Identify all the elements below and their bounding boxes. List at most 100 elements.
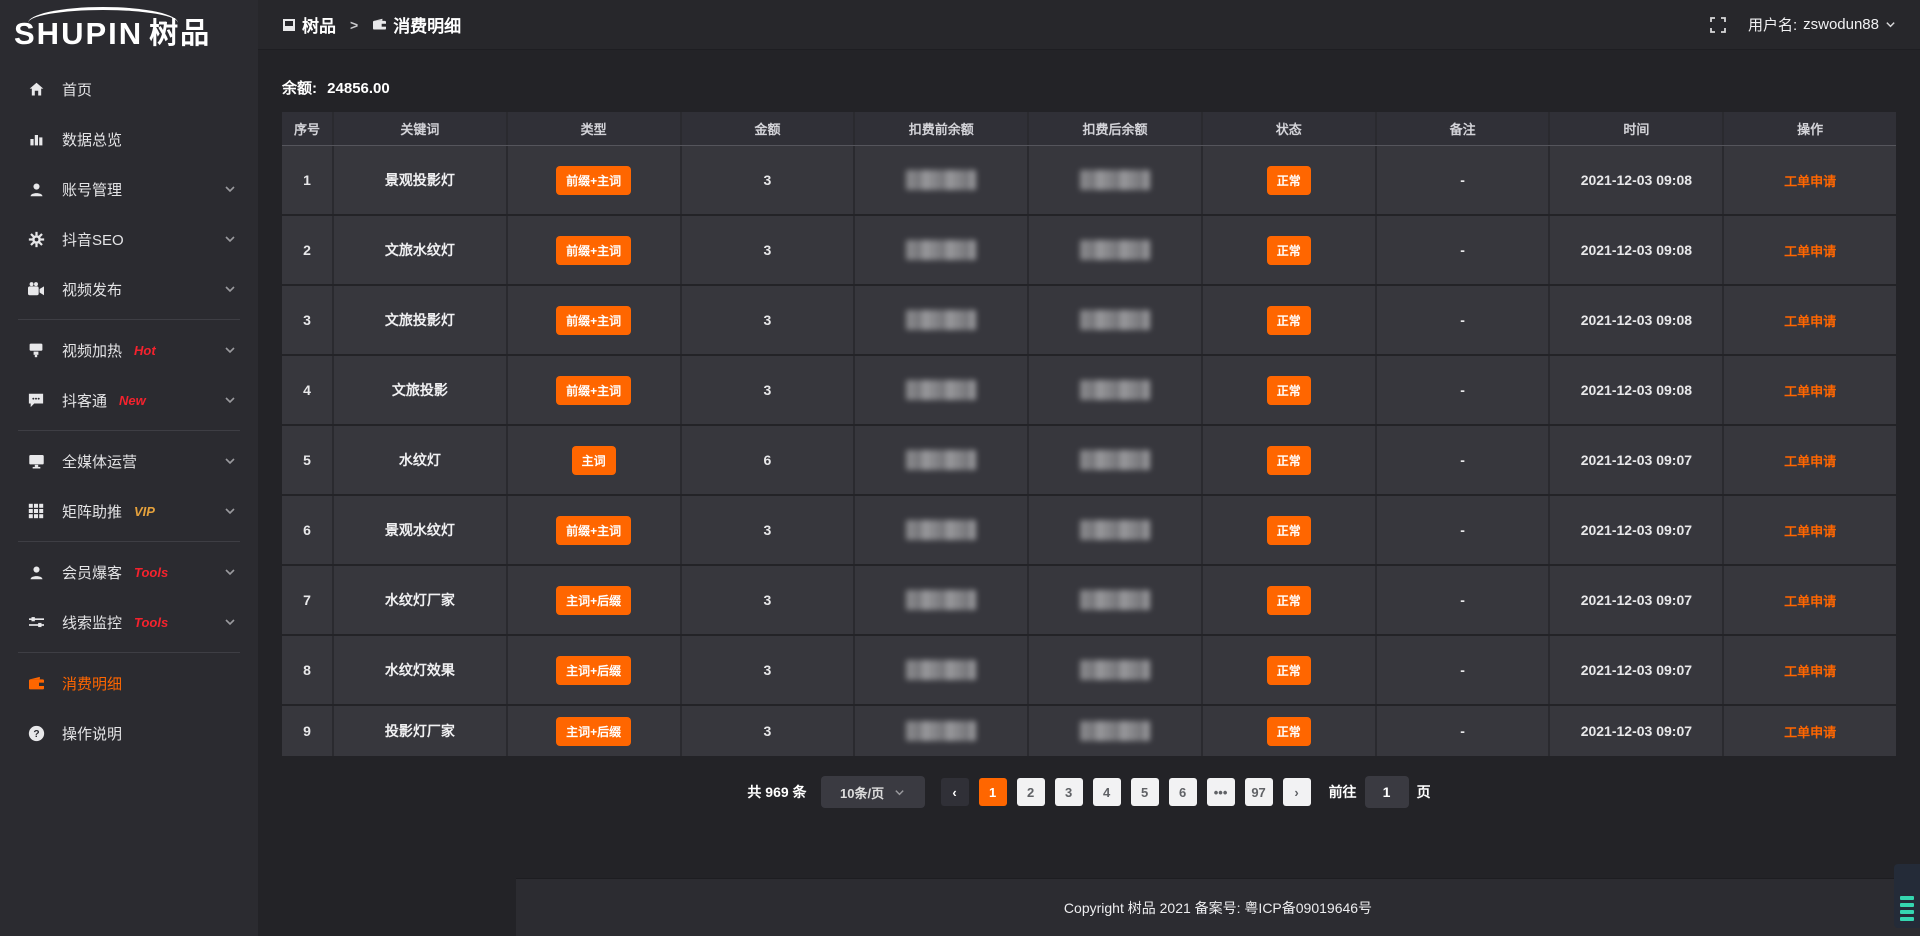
menu-divider [18,319,240,320]
status-badge: 正常 [1267,236,1311,265]
sidebar-item-label: 首页 [62,79,92,100]
cell-keyword: 景观水纹灯 [334,496,508,564]
question-icon: ? [26,725,46,742]
cell-remark: - [1377,566,1551,634]
cell-keyword: 景观投影灯 [334,146,508,214]
balance-row: 余额: 24856.00 [258,51,1920,112]
table-row: 7 水纹灯厂家 主词+后缀 3 正常 - 2021-12-03 09:07 工单… [282,566,1896,636]
username-label: 用户名: [1748,14,1797,35]
bar-chart-icon [26,131,46,147]
user-menu[interactable]: 用户名: zswodun88 [1748,14,1896,35]
col-header-amount: 金额 [682,112,856,145]
sidebar-item-account-management[interactable]: 账号管理 [0,164,258,214]
cell-remark: - [1377,636,1551,704]
cell-time: 2021-12-03 09:08 [1550,356,1724,424]
type-badge: 前缀+主词 [556,236,631,265]
copyright-text: Copyright 树品 2021 备案号: 粤ICP备09019646号 [1064,898,1372,918]
sidebar-item-video-publish[interactable]: 视频发布 [0,264,258,314]
menu-divider [18,430,240,431]
censored-balance [906,721,976,741]
prev-page-button[interactable]: ‹ [941,778,969,806]
cell-balance-before [855,426,1029,494]
col-header-balance-before: 扣费前余额 [855,112,1029,145]
status-badge: 正常 [1267,717,1311,746]
col-header-type: 类型 [508,112,682,145]
type-badge: 前缀+主词 [556,306,631,335]
sidebar-item-video-heat[interactable]: 视频加热 Hot [0,325,258,375]
sidebar-item-data-overview[interactable]: 数据总览 [0,114,258,164]
cell-index: 2 [282,216,334,284]
cell-remark: - [1377,706,1551,756]
menu-divider [18,652,240,653]
cell-time: 2021-12-03 09:07 [1550,426,1724,494]
cell-amount: 3 [682,356,856,424]
sidebar-item-douketong[interactable]: 抖客通 New [0,375,258,425]
page-size-select[interactable]: 10条/页 [821,776,925,808]
brand-logo[interactable]: SHUPIN 树品 [0,0,258,60]
sidebar-item-consumption-detail[interactable]: 消费明细 [0,658,258,708]
page-button-1[interactable]: 1 [979,778,1007,806]
cell-time: 2021-12-03 09:08 [1550,216,1724,284]
work-order-link[interactable]: 工单申请 [1784,171,1836,190]
wallet-icon [372,18,387,31]
hot-badge: Hot [134,343,156,358]
cell-balance-after [1029,566,1203,634]
cell-balance-before [855,566,1029,634]
work-order-link[interactable]: 工单申请 [1784,591,1836,610]
work-order-link[interactable]: 工单申请 [1784,311,1836,330]
sidebar-item-douyin-seo[interactable]: 抖音SEO [0,214,258,264]
breadcrumb-separator: > [350,17,358,33]
chevron-down-icon [224,233,236,245]
page-ellipsis-button[interactable]: ••• [1207,778,1235,806]
page-button-97[interactable]: 97 [1245,778,1273,806]
goto-page-input[interactable] [1365,776,1409,808]
pagination-total: 共 969 条 [747,782,806,802]
work-order-link[interactable]: 工单申请 [1784,241,1836,260]
new-badge: New [119,393,146,408]
censored-balance [906,520,976,540]
sidebar-item-lead-monitor[interactable]: 线索监控 Tools [0,597,258,647]
topbar: 树品 > 消费明细 用户名: zswodun88 [258,0,1920,50]
cell-type: 前缀+主词 [508,286,682,354]
breadcrumb-root[interactable]: 树品 [282,12,336,37]
table-row: 4 文旅投影 前缀+主词 3 正常 - 2021-12-03 09:08 工单申… [282,356,1896,426]
censored-balance [906,380,976,400]
page-button-6[interactable]: 6 [1169,778,1197,806]
page-button-4[interactable]: 4 [1093,778,1121,806]
breadcrumb: 树品 > 消费明细 [282,12,461,37]
page-button-2[interactable]: 2 [1017,778,1045,806]
censored-balance [906,310,976,330]
sidebar-item-label: 操作说明 [62,723,122,744]
sidebar-item-label: 视频发布 [62,279,122,300]
cell-status: 正常 [1203,566,1377,634]
chat-icon [26,392,46,408]
cell-time: 2021-12-03 09:07 [1550,496,1724,564]
chevron-down-icon [224,505,236,517]
work-order-link[interactable]: 工单申请 [1784,381,1836,400]
work-order-link[interactable]: 工单申请 [1784,661,1836,680]
sidebar-item-matrix-boost[interactable]: 矩阵助推 VIP [0,486,258,536]
floating-contact-widget[interactable] [1894,864,1920,928]
censored-balance [1080,520,1150,540]
page-button-5[interactable]: 5 [1131,778,1159,806]
cell-action: 工单申请 [1724,286,1896,354]
col-header-time: 时间 [1550,112,1724,145]
sidebar-item-all-media[interactable]: 全媒体运营 [0,436,258,486]
sidebar-item-member-baoke[interactable]: 会员爆客 Tools [0,547,258,597]
cell-type: 主词+后缀 [508,706,682,756]
page-size-value: 10条/页 [840,783,884,802]
fullscreen-icon[interactable] [1710,17,1726,33]
cell-remark: - [1377,146,1551,214]
sidebar-item-label: 全媒体运营 [62,451,137,472]
sidebar-item-instructions[interactable]: ? 操作说明 [0,708,258,758]
sidebar-item-home[interactable]: 首页 [0,64,258,114]
work-order-link[interactable]: 工单申请 [1784,521,1836,540]
cell-balance-before [855,706,1029,756]
cell-balance-after [1029,146,1203,214]
sidebar-item-label: 会员爆客 [62,562,122,583]
page-button-3[interactable]: 3 [1055,778,1083,806]
next-page-button[interactable]: › [1283,778,1311,806]
cell-amount: 3 [682,496,856,564]
work-order-link[interactable]: 工单申请 [1784,722,1836,741]
work-order-link[interactable]: 工单申请 [1784,451,1836,470]
